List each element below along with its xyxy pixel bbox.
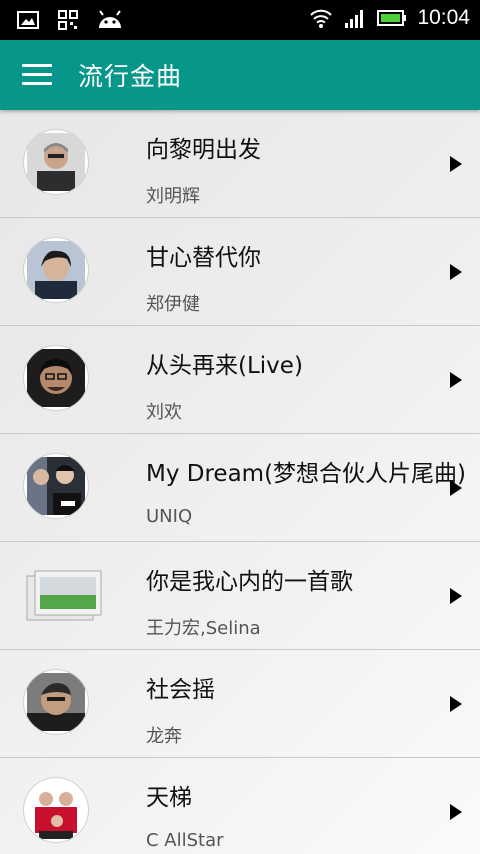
artist-avatar (24, 454, 88, 518)
song-title: 从头再来(Live) (146, 353, 303, 379)
song-row[interactable]: 甘心替代你 郑伊健 (0, 218, 480, 326)
qr-code-icon (58, 10, 78, 30)
song-title: 向黎明出发 (146, 137, 261, 163)
song-artist: C AllStar (146, 830, 224, 851)
status-bar: 10:04 (0, 0, 480, 40)
play-arrow-icon[interactable] (450, 480, 462, 496)
play-arrow-icon[interactable] (450, 372, 462, 388)
app-bar: 流行金曲 (0, 40, 480, 110)
image-icon (17, 11, 39, 29)
song-title: 甘心替代你 (146, 245, 261, 271)
song-artist: 刘欢 (146, 402, 182, 423)
play-arrow-icon[interactable] (450, 588, 462, 604)
song-artist: 龙奔 (146, 726, 182, 747)
artist-avatar (24, 238, 88, 302)
page-title: 流行金曲 (78, 62, 183, 91)
song-row[interactable]: 天梯 C AllStar (0, 758, 480, 854)
song-list: 向黎明出发 刘明辉 甘心替代你 郑伊健 从头再来(Live) 刘欢 My Dre… (0, 110, 480, 854)
play-arrow-icon[interactable] (450, 696, 462, 712)
song-title: 天梯 (146, 785, 192, 811)
wifi-icon (310, 9, 333, 28)
play-arrow-icon[interactable] (450, 804, 462, 820)
song-title: 社会摇 (146, 677, 215, 703)
song-artist: UNIQ (146, 506, 193, 527)
hamburger-menu-icon[interactable] (22, 64, 52, 86)
artist-avatar (24, 346, 88, 410)
artist-avatar (24, 670, 88, 734)
clock: 10:04 (417, 6, 470, 29)
song-row[interactable]: 社会摇 龙奔 (0, 650, 480, 758)
song-row[interactable]: 向黎明出发 刘明辉 (0, 110, 480, 218)
song-row[interactable]: 从头再来(Live) 刘欢 (0, 326, 480, 434)
song-title: My Dream(梦想合伙人片尾曲) (146, 461, 467, 487)
artist-avatar (24, 778, 88, 842)
battery-icon (377, 10, 407, 26)
song-artist: 刘明辉 (146, 186, 200, 207)
artist-avatar (24, 130, 88, 194)
song-row[interactable]: My Dream(梦想合伙人片尾曲) UNIQ (0, 434, 480, 542)
image-placeholder-icon (26, 570, 104, 622)
song-title: 你是我心内的一首歌 (146, 569, 353, 595)
signal-icon (345, 10, 364, 28)
song-row[interactable]: 你是我心内的一首歌 王力宏,Selina (0, 542, 480, 650)
android-icon (99, 10, 121, 28)
play-arrow-icon[interactable] (450, 264, 462, 280)
play-arrow-icon[interactable] (450, 156, 462, 172)
song-artist: 王力宏,Selina (146, 618, 261, 639)
song-artist: 郑伊健 (146, 294, 200, 315)
